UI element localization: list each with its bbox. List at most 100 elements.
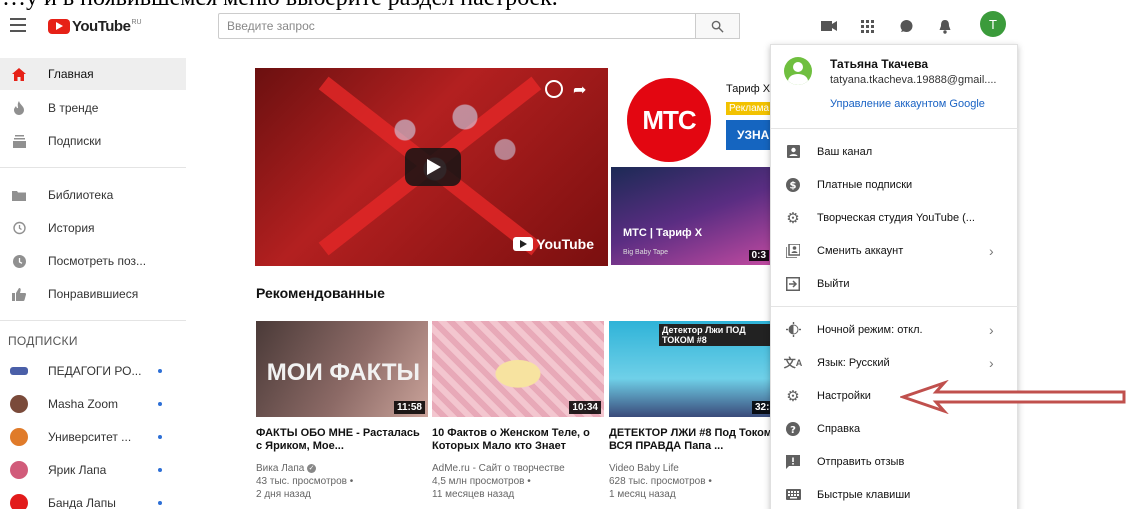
video-meta: AdMe.ru - Сайт о творчестве 4,5 млн прос… (432, 462, 604, 501)
channel-avatar (10, 367, 28, 375)
video-thumbnail[interactable]: 10:34 (432, 321, 604, 417)
notifications-bell-icon[interactable] (936, 18, 954, 34)
new-content-dot (158, 468, 162, 472)
video-thumbnail[interactable]: Детектор Лжи ПОД ТОКОМ #8 32:5 (609, 321, 781, 417)
svg-text:?: ? (790, 425, 796, 436)
channel-avatar (10, 461, 28, 479)
create-video-icon[interactable] (820, 18, 838, 34)
side-video-subtitle: Big Baby Tape (623, 249, 669, 256)
ad-title[interactable]: Тариф Х (726, 83, 770, 95)
ad-badge: Реклама (726, 102, 773, 115)
sidebar-item-history[interactable]: История (0, 212, 186, 244)
sidebar-divider (0, 320, 186, 321)
dark-mode-icon (785, 322, 801, 338)
video-thumbnail[interactable]: МОИ ФАКТЫ 11:58 (256, 321, 428, 417)
messages-icon[interactable] (897, 18, 915, 34)
account-menu-header: Татьяна Ткачева tatyana.tkacheva.19888@g… (771, 45, 1019, 129)
keyboard-icon (785, 487, 801, 503)
menu-item-help[interactable]: ? Справка (771, 412, 1019, 445)
video-title[interactable]: ДЕТЕКТОР ЛЖИ #8 Под Током ВСЯ ПРАВДА Пап… (609, 427, 781, 453)
dollar-icon: $ (785, 177, 801, 193)
ad-logo[interactable]: МТС (627, 78, 711, 162)
video-duration: 0:3 (748, 250, 769, 261)
menu-item-creator-studio[interactable]: ⚙ Творческая студия YouTube (... (771, 201, 1019, 234)
view-count: 628 тыс. просмотров • (609, 476, 712, 487)
menu-item-sign-out[interactable]: Выйти (771, 267, 1019, 300)
youtube-play-icon (48, 18, 70, 34)
sidebar-item-library[interactable]: Библиотека (0, 179, 186, 211)
sidebar-item-trending[interactable]: В тренде (0, 92, 186, 124)
menu-divider (771, 306, 1019, 307)
home-icon (11, 66, 27, 82)
video-meta: Вика Лапа ✓ 43 тыс. просмотров • 2 дня н… (256, 462, 428, 501)
search-icon (711, 20, 724, 33)
sidebar-item-liked[interactable]: Понравившиеся (0, 278, 186, 310)
svg-text:$: $ (790, 180, 797, 191)
channel-name[interactable]: Вика Лапа (256, 463, 304, 474)
manage-google-account-link[interactable]: Управление аккаунтом Google (830, 98, 985, 110)
top-bar: YouTube RU T (0, 8, 1126, 44)
thumbnail-overlay-text: МОИ ФАКТЫ (266, 359, 420, 386)
thumbs-up-icon (11, 286, 27, 302)
menu-item-paid-memberships[interactable]: $ Платные подписки (771, 168, 1019, 201)
upload-age: 11 месяцев назад (432, 489, 515, 500)
sidebar-item-subscriptions[interactable]: Подписки (0, 125, 186, 157)
search-input[interactable] (219, 14, 695, 38)
new-content-dot (158, 402, 162, 406)
video-card[interactable]: МОИ ФАКТЫ 11:58 ФАКТЫ ОБО МНЕ - Расталас… (256, 321, 428, 500)
sidebar-subscription[interactable]: Банда Лапы (0, 487, 186, 509)
menu-item-your-channel[interactable]: Ваш канал (771, 135, 1019, 168)
sidebar-subscription[interactable]: Университет ... (0, 421, 186, 453)
video-meta: Video Baby Life 628 тыс. просмотров • 1 … (609, 462, 781, 501)
ad-side-video[interactable]: МТС | Тариф Х Big Baby Tape 0:3 (611, 167, 771, 265)
video-title[interactable]: 10 Фактов о Женском Теле, о Которых Мало… (432, 427, 604, 453)
watch-later-icon[interactable] (545, 80, 563, 98)
ad-learn-more-button[interactable]: УЗНА (726, 120, 770, 150)
video-duration: 10:34 (569, 401, 601, 414)
help-icon: ? (785, 421, 801, 437)
youtube-logo[interactable]: YouTube RU (48, 16, 142, 36)
upload-age: 2 дня назад (256, 489, 311, 500)
sidebar-item-home[interactable]: Главная (0, 58, 186, 90)
apps-grid-icon[interactable] (858, 18, 876, 34)
new-content-dot (158, 501, 162, 505)
sidebar-item-watch-later[interactable]: Посмотреть поз... (0, 245, 186, 277)
play-button[interactable] (405, 148, 461, 186)
account-avatar (784, 57, 812, 85)
thumbnail-overlay-text: Детектор Лжи ПОД ТОКОМ #8 (659, 324, 777, 346)
flame-icon (11, 100, 27, 116)
share-icon[interactable]: ➦ (573, 80, 586, 100)
settings-icon: ⚙ (786, 387, 800, 405)
video-title[interactable]: ФАКТЫ ОБО МНЕ - Расталась с Яриком, Мое.… (256, 427, 428, 453)
video-card[interactable]: Детектор Лжи ПОД ТОКОМ #8 32:5 ДЕТЕКТОР … (609, 321, 781, 500)
youtube-play-icon (513, 237, 534, 251)
account-box-icon (785, 144, 801, 160)
menu-icon[interactable] (10, 18, 26, 32)
chevron-right-icon: › (989, 242, 994, 259)
sidebar-subscription[interactable]: Ярик Лапа (0, 454, 186, 486)
verified-icon: ✓ (307, 463, 317, 473)
channel-name[interactable]: Video Baby Life (609, 462, 781, 475)
search-box (218, 13, 696, 39)
search-button[interactable] (696, 13, 740, 39)
menu-item-send-feedback[interactable]: Отправить отзыв (771, 445, 1019, 478)
folder-icon (11, 187, 27, 203)
sidebar-subscription[interactable]: Masha Zoom (0, 388, 186, 420)
menu-item-keyboard-shortcuts[interactable]: Быстрые клавиши (771, 478, 1019, 509)
sidebar: Главная В тренде Подписки Библиотека Ист… (0, 58, 186, 509)
channel-name[interactable]: AdMe.ru - Сайт о творчестве (432, 462, 604, 475)
menu-item-language[interactable]: 文A Язык: Русский › (771, 346, 1019, 379)
new-content-dot (158, 435, 162, 439)
video-card[interactable]: 10:34 10 Фактов о Женском Теле, о Которы… (432, 321, 604, 500)
feedback-icon (785, 454, 801, 470)
account-avatar-button[interactable]: T (980, 11, 1006, 37)
channel-avatar (10, 395, 28, 413)
sidebar-subscription[interactable]: ПЕДАГОГИ РО... (0, 355, 186, 387)
featured-video-banner[interactable]: ➦ YouTube (255, 68, 608, 266)
account-email: tatyana.tkacheva.19888@gmail.... (830, 74, 997, 86)
logout-icon (785, 276, 801, 292)
video-duration: 11:58 (393, 401, 425, 414)
menu-item-switch-account[interactable]: Сменить аккаунт › (771, 234, 1019, 267)
banner-decoration (345, 78, 545, 208)
menu-item-dark-mode[interactable]: Ночной режим: откл. › (771, 313, 1019, 346)
